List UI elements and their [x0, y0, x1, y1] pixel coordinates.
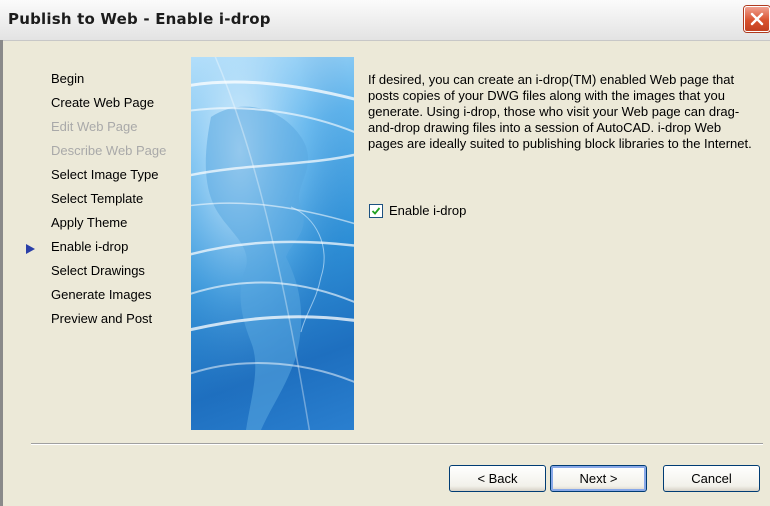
step-describe-web-page: Describe Web Page — [27, 143, 187, 167]
enable-i-drop-checkbox[interactable] — [369, 203, 383, 218]
step-label: Create Web Page — [51, 95, 155, 110]
step-label: Describe Web Page — [51, 143, 167, 158]
step-label: Preview and Post — [51, 311, 153, 326]
step-select-drawings: Select Drawings — [27, 263, 187, 287]
step-edit-web-page: Edit Web Page — [27, 119, 187, 143]
close-button[interactable] — [744, 6, 770, 32]
i-drop-description: If desired, you can create an i-drop(TM)… — [368, 72, 752, 151]
publish-to-web-dialog: Publish to Web - Enable i-drop Begin Cre… — [0, 0, 770, 506]
step-preview-and-post: Preview and Post — [27, 311, 187, 335]
step-select-template: Select Template — [27, 191, 187, 215]
step-label: Generate Images — [51, 287, 152, 302]
back-button[interactable]: < Back — [449, 465, 546, 492]
title-bar[interactable]: Publish to Web - Enable i-drop — [0, 0, 770, 41]
step-label: Select Image Type — [51, 167, 159, 182]
step-label: Apply Theme — [51, 215, 128, 230]
step-label: Begin — [51, 71, 85, 86]
step-label: Select Template — [51, 191, 144, 206]
step-create-web-page: Create Web Page — [27, 95, 187, 119]
divider — [31, 443, 763, 445]
enable-i-drop-label[interactable]: Enable i-drop — [389, 203, 466, 218]
cancel-button[interactable]: Cancel — [663, 465, 760, 492]
step-label: Enable i-drop — [51, 239, 129, 254]
close-icon — [750, 12, 764, 26]
step-select-image-type: Select Image Type — [27, 167, 187, 191]
window-border — [0, 40, 3, 506]
wizard-steps: Begin Create Web Page Edit Web Page Desc… — [26, 71, 187, 335]
checkmark-icon — [371, 206, 381, 215]
current-step-arrow-icon — [26, 244, 35, 254]
window-title: Publish to Web - Enable i-drop — [8, 10, 271, 28]
enable-i-drop-checkbox-row[interactable]: Enable i-drop — [369, 203, 466, 218]
step-label: Edit Web Page — [51, 119, 138, 134]
step-begin: Begin — [27, 71, 187, 95]
globe-illustration — [191, 57, 354, 430]
step-generate-images: Generate Images — [27, 287, 187, 311]
step-label: Select Drawings — [51, 263, 145, 278]
globe-banner-image — [191, 57, 354, 430]
next-button[interactable]: Next > — [550, 465, 647, 492]
step-apply-theme: Apply Theme — [27, 215, 187, 239]
step-enable-i-drop: Enable i-drop — [26, 239, 187, 263]
